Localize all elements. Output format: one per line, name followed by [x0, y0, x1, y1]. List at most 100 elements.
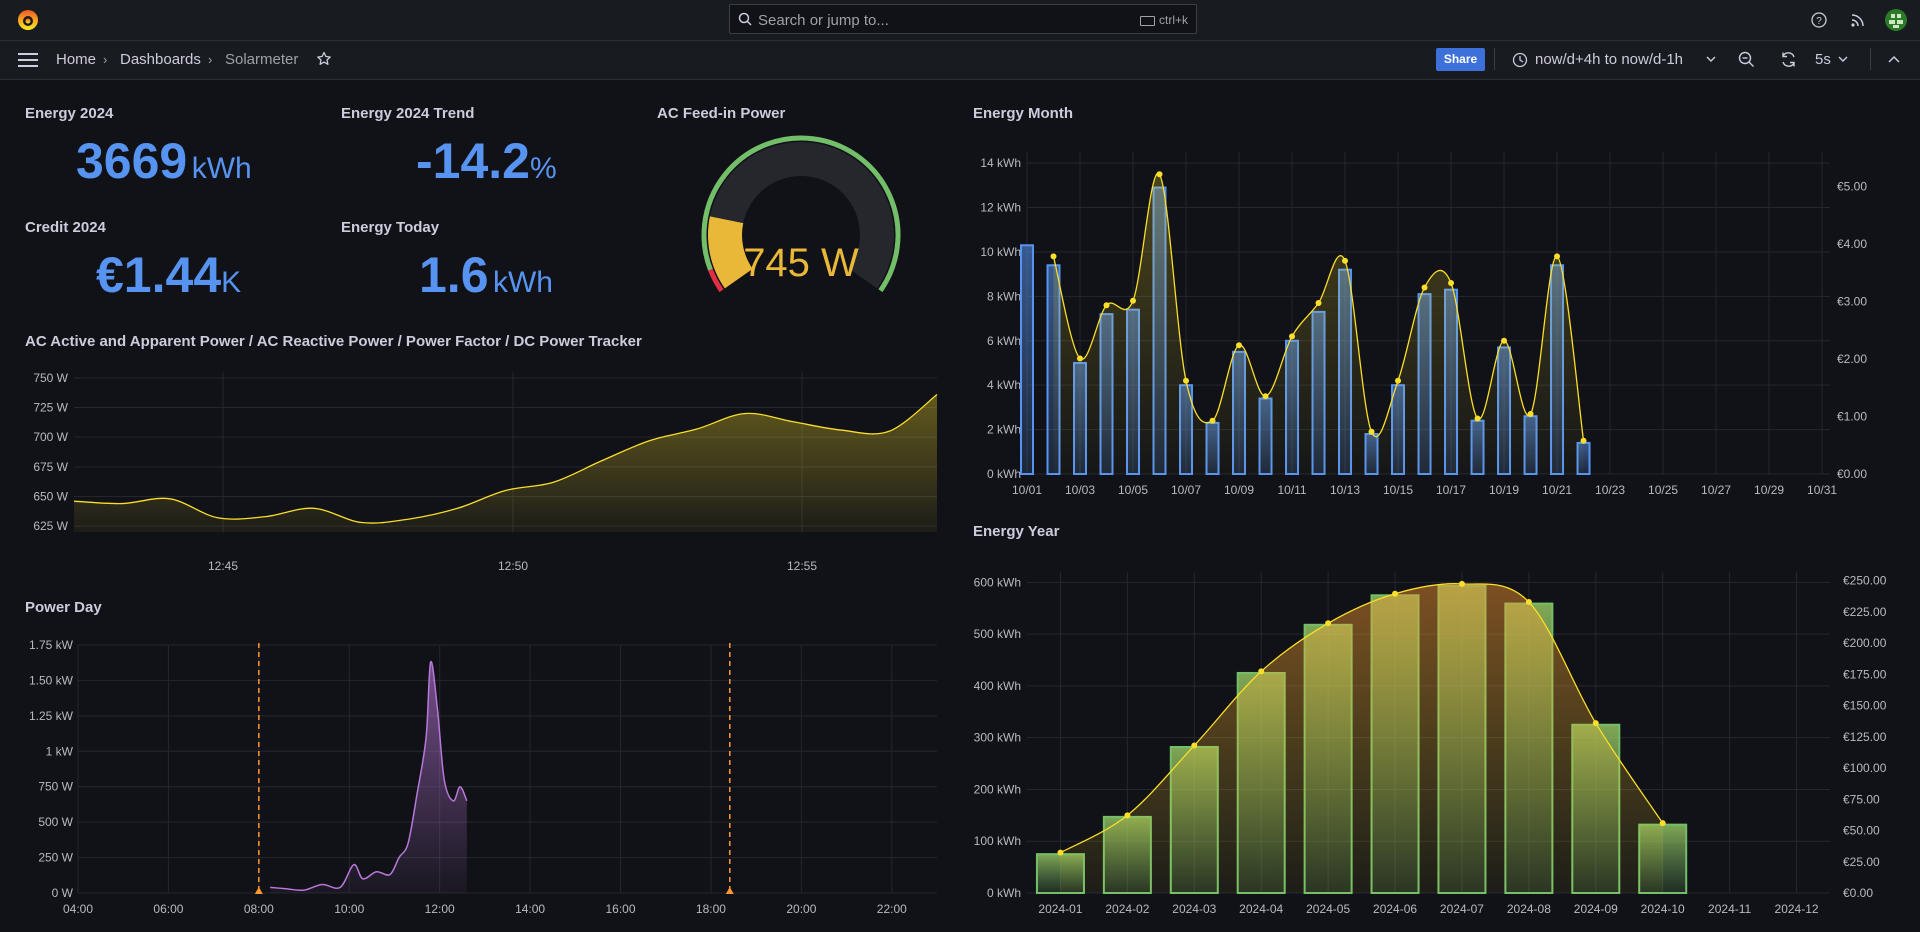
y2-tick-label: €150.00 [1843, 699, 1887, 713]
star-icon[interactable] [316, 51, 332, 67]
search-icon [738, 12, 752, 26]
data-point [1258, 668, 1265, 675]
search-shortcut: ctrl+k [1139, 13, 1188, 27]
y-tick-label: 500 kWh [974, 627, 1021, 641]
y2-tick-label: €225.00 [1843, 605, 1887, 619]
x-tick-label: 2024-06 [1373, 902, 1417, 916]
data-point [1077, 355, 1084, 362]
menu-icon[interactable] [18, 53, 38, 67]
panel-title-ac-power: AC Active and Apparent Power / AC Reacti… [25, 333, 642, 350]
zoom-out-icon[interactable] [1738, 51, 1755, 68]
x-tick-label: 10:00 [334, 902, 364, 916]
y-tick-label: 14 kWh [980, 156, 1021, 170]
y-tick-label: 0 kWh [987, 886, 1021, 900]
y2-tick-label: €0.00 [1837, 467, 1867, 481]
data-point [1474, 415, 1481, 422]
x-tick-label: 14:00 [515, 902, 545, 916]
help-icon[interactable]: ? [1811, 12, 1827, 28]
refresh-icon[interactable] [1780, 51, 1797, 68]
x-tick-label: 10/07 [1171, 483, 1201, 497]
chevron-down-icon[interactable] [1838, 55, 1848, 63]
y2-tick-label: €200.00 [1843, 636, 1887, 650]
stat-credit-2024: €1.44K [96, 246, 241, 304]
y-tick-label: 100 kWh [974, 834, 1021, 848]
x-tick-label: 10/19 [1489, 483, 1519, 497]
refresh-interval-picker[interactable]: 5s [1815, 51, 1831, 68]
y-tick-label: 6 kWh [987, 334, 1021, 348]
data-point [1156, 171, 1163, 178]
y2-tick-label: €2.00 [1837, 352, 1867, 366]
y2-tick-label: €250.00 [1843, 574, 1887, 588]
x-tick-label: 22:00 [877, 902, 907, 916]
data-point [1580, 437, 1587, 444]
y-tick-label: 8 kWh [987, 289, 1021, 303]
y2-tick-label: €175.00 [1843, 667, 1887, 681]
data-point [1368, 428, 1375, 435]
y2-tick-label: €3.00 [1837, 295, 1867, 309]
series-area [270, 661, 467, 893]
chevron-down-icon[interactable] [1706, 55, 1716, 63]
stat-unit: kWh [191, 152, 252, 185]
data-point [1057, 849, 1064, 856]
y-tick-label: 1.50 kW [29, 673, 74, 687]
data-point [1525, 599, 1532, 606]
chevron-right-icon: › [208, 52, 213, 67]
y-tick-label: 700 W [33, 430, 68, 444]
time-range-picker[interactable]: now/d+4h to now/d-1h [1535, 51, 1683, 68]
data-point [1392, 590, 1399, 597]
data-point [1130, 297, 1137, 304]
gauge-value-text: 745 W [743, 241, 859, 285]
stat-unit: kWh [492, 266, 553, 299]
grafana-logo-icon[interactable] [16, 8, 40, 32]
y-tick-label: 4 kWh [987, 378, 1021, 392]
chart-ac-power: 625 W 650 W 675 W 700 W 725 W 750 W 12:45 12:50… [33, 371, 938, 573]
y-tick-label: 600 kWh [974, 575, 1021, 589]
x-tick-label: 10/03 [1065, 483, 1095, 497]
stat-value: 1.6 [419, 247, 489, 303]
y-tick-label: 1 kW [46, 744, 74, 758]
search-input[interactable]: Search or jump to... ctrl+k [729, 4, 1197, 34]
stat-value: 3669 [76, 133, 188, 189]
news-feed-icon[interactable] [1850, 12, 1866, 28]
x-tick-label: 12:50 [498, 559, 528, 573]
y-tick-label: 725 W [33, 401, 68, 415]
x-tick-label: 12:45 [208, 559, 238, 573]
user-avatar[interactable] [1885, 9, 1907, 31]
share-button[interactable]: Share [1436, 48, 1485, 71]
data-point [1592, 720, 1599, 727]
x-tick-label: 2024-04 [1239, 902, 1283, 916]
top-bar: Search or jump to... ctrl+k ? [0, 0, 1920, 41]
y-tick-label: 400 kWh [974, 679, 1021, 693]
toolbar-divider [1494, 48, 1495, 70]
breadcrumb-dashboards[interactable]: Dashboards [120, 51, 201, 68]
panel-title-energy-2024-trend: Energy 2024 Trend [341, 105, 475, 122]
panel-title-energy-today: Energy Today [341, 219, 440, 236]
keyboard-icon [1139, 15, 1155, 26]
data-point [1103, 302, 1110, 309]
data-point [1501, 337, 1508, 344]
y2-tick-label: €100.00 [1843, 761, 1887, 775]
y-tick-label: 10 kWh [980, 245, 1021, 259]
y2-tick-label: €1.00 [1837, 410, 1867, 424]
chart-power-day: 0 W 250 W 500 W 750 W 1 kW 1.25 kW 1.50 kW 1.75… [29, 638, 937, 916]
breadcrumb-home[interactable]: Home [56, 51, 96, 68]
x-tick-label: 2024-05 [1306, 902, 1350, 916]
x-tick-label: 08:00 [244, 902, 274, 916]
stat-energy-2024-trend: -14.2% [416, 132, 557, 190]
chart-energy-month: 0 kWh 2 kWh 4 kWh 6 kWh 8 kWh 10 kWh 12 kWh 14 … [980, 152, 1867, 497]
toolbar-divider [1870, 48, 1871, 70]
x-tick-label: 10/15 [1383, 483, 1413, 497]
chevron-up-icon[interactable] [1888, 55, 1900, 63]
x-tick-label: 10/01 [1012, 483, 1042, 497]
stat-energy-today: 1.6 kWh [419, 246, 553, 304]
bar [1020, 244, 1034, 475]
data-point [1209, 417, 1216, 424]
x-tick-label: 10/21 [1542, 483, 1572, 497]
data-point [1395, 377, 1402, 384]
data-point [1124, 812, 1131, 819]
x-tick-label: 2024-09 [1574, 902, 1618, 916]
x-tick-label: 10/13 [1330, 483, 1360, 497]
x-tick-label: 10/31 [1807, 483, 1837, 497]
panel-title-power-day: Power Day [25, 599, 102, 616]
data-point [1050, 253, 1057, 260]
